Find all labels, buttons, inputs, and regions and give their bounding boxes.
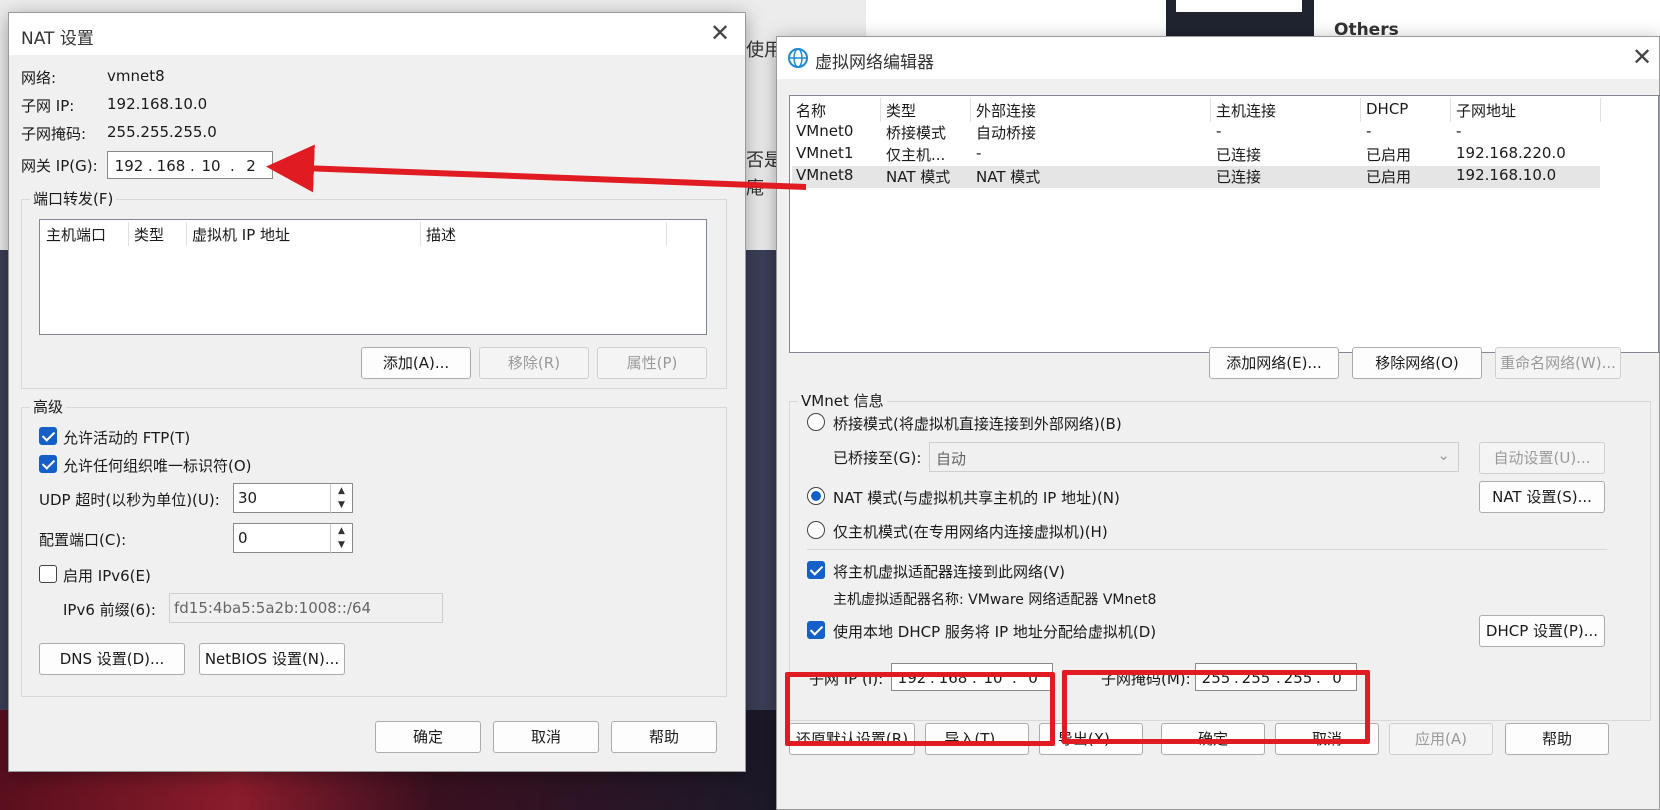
annotation-arrow	[266, 144, 807, 193]
